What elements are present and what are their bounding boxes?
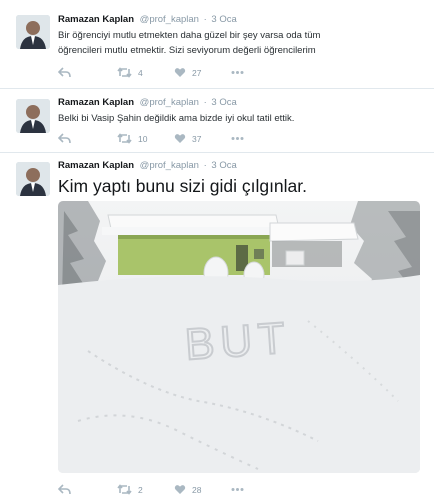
avatar[interactable] [16, 162, 50, 196]
more-button[interactable] [231, 67, 244, 78]
timestamp[interactable]: 3 Oca [211, 160, 236, 171]
retweet-count: 10 [138, 133, 148, 144]
avatar[interactable] [16, 15, 50, 49]
retweet-count: 4 [138, 67, 143, 78]
more-icon [231, 71, 244, 74]
retweet-button[interactable]: 4 [117, 67, 143, 78]
tweet-text: Belki bi Vasip Şahin değildik ama bizde … [58, 111, 418, 126]
avatar[interactable] [16, 99, 50, 133]
more-button[interactable] [231, 133, 244, 144]
author-name[interactable]: Ramazan Kaplan [58, 97, 134, 108]
like-icon [174, 485, 186, 494]
separator: · [203, 14, 207, 25]
timestamp[interactable]: 3 Oca [211, 97, 236, 108]
retweet-count: 2 [138, 484, 143, 495]
like-button[interactable]: 37 [174, 133, 201, 144]
reply-button[interactable] [58, 67, 71, 78]
tweet-text-line: öğrencileri mutlu etmektir. Sizi seviyor… [58, 45, 316, 56]
timestamp[interactable]: 3 Oca [211, 14, 236, 25]
author-name[interactable]: Ramazan Kaplan [58, 14, 134, 25]
tweet-photo[interactable]: BUT [58, 201, 420, 473]
retweet-icon [117, 484, 132, 495]
like-count: 28 [192, 484, 202, 495]
like-icon [174, 134, 186, 143]
author-handle[interactable]: @prof_kaplan [140, 160, 199, 171]
like-button[interactable]: 28 [174, 484, 201, 495]
tweet[interactable]: Ramazan Kaplan @prof_kaplan · 3 Oca Belk… [0, 89, 434, 153]
retweet-button[interactable]: 10 [117, 133, 147, 144]
author-name[interactable]: Ramazan Kaplan [58, 160, 134, 171]
timeline: Ramazan Kaplan @prof_kaplan · 3 Oca Bir … [0, 0, 434, 500]
tweet-text: Bir öğrenciyi mutlu etmekten daha güzel … [58, 28, 418, 58]
tweet-text-line: Kim yaptı bunu sizi gidi çılgınlar. [58, 176, 308, 196]
tweet-header: Ramazan Kaplan @prof_kaplan · 3 Oca [58, 97, 237, 108]
more-button[interactable] [231, 484, 244, 495]
reply-icon [58, 133, 71, 144]
tweet-actions: 4 27 [58, 67, 388, 81]
like-count: 27 [192, 67, 202, 78]
author-handle[interactable]: @prof_kaplan [140, 97, 199, 108]
tweet-header: Ramazan Kaplan @prof_kaplan · 3 Oca [58, 14, 237, 25]
tweet-text-line: Bir öğrenciyi mutlu etmekten daha güzel … [58, 30, 321, 41]
more-icon [231, 137, 244, 140]
tweet-actions: 2 28 [58, 484, 388, 498]
tweet-text-line: Belki bi Vasip Şahin değildik ama bizde … [58, 113, 295, 124]
retweet-icon [117, 67, 132, 78]
author-handle[interactable]: @prof_kaplan [140, 14, 199, 25]
reply-icon [58, 67, 71, 78]
retweet-icon [117, 133, 132, 144]
separator: · [203, 160, 207, 171]
more-icon [231, 488, 244, 491]
reply-button[interactable] [58, 133, 71, 144]
tweet[interactable]: Ramazan Kaplan @prof_kaplan · 3 Oca Kim … [0, 153, 434, 500]
separator: · [203, 97, 207, 108]
reply-icon [58, 484, 71, 495]
reply-button[interactable] [58, 484, 71, 495]
tweet-text: Kim yaptı bunu sizi gidi çılgınlar. [58, 175, 418, 197]
tweet-actions: 10 37 [58, 133, 388, 147]
snow-writing: BUT [183, 313, 292, 369]
snow-scene-image: BUT [58, 201, 420, 473]
like-icon [174, 68, 186, 77]
like-count: 37 [192, 133, 202, 144]
tweet[interactable]: Ramazan Kaplan @prof_kaplan · 3 Oca Bir … [0, 0, 434, 89]
tweet-header: Ramazan Kaplan @prof_kaplan · 3 Oca [58, 160, 237, 171]
like-button[interactable]: 27 [174, 67, 201, 78]
retweet-button[interactable]: 2 [117, 484, 143, 495]
